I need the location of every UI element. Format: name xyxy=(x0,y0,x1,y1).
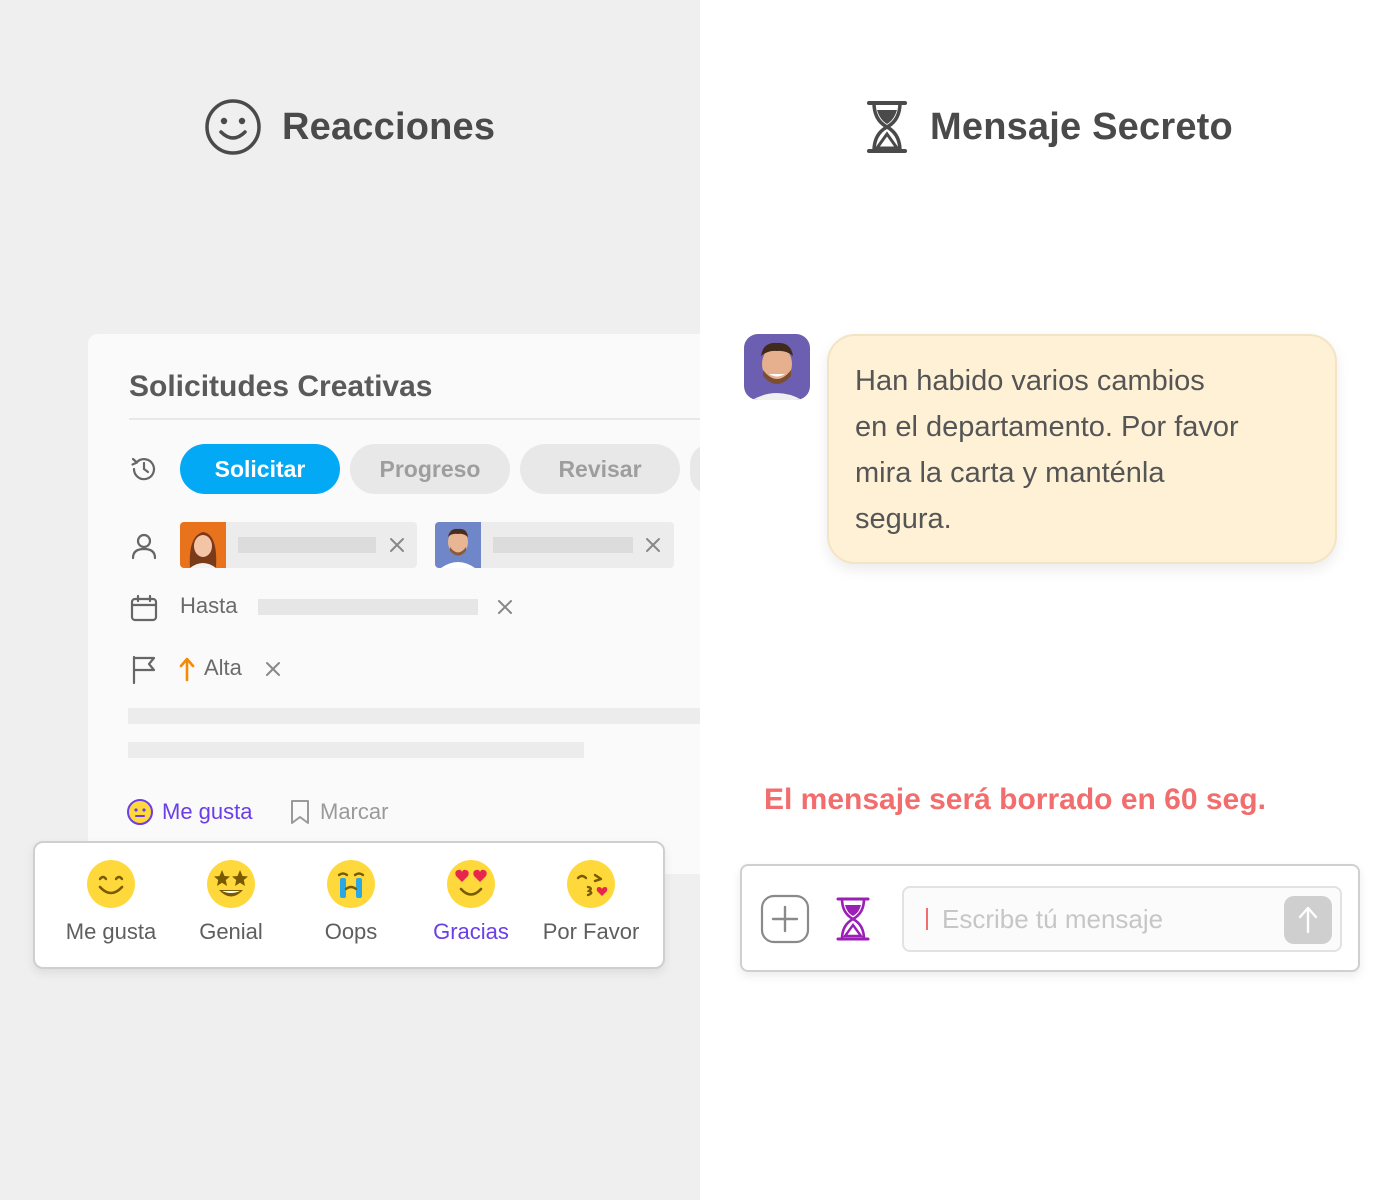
smiley-icon xyxy=(205,99,261,155)
crying-emoji-icon xyxy=(327,860,375,908)
timer-hourglass-icon[interactable] xyxy=(834,896,872,942)
flag-icon xyxy=(132,655,156,685)
delete-warning: El mensaje será borrado en 60 seg. xyxy=(764,783,1266,816)
tab-revisar[interactable]: Revisar xyxy=(520,444,680,494)
secret-heading: Mensaje Secreto xyxy=(864,98,1233,156)
assignee-chip[interactable] xyxy=(180,522,417,568)
description-placeholder xyxy=(128,742,584,758)
bookmark-icon xyxy=(291,800,309,824)
remove-assignee-icon[interactable] xyxy=(644,536,662,554)
tab-solicitar[interactable]: Solicitar xyxy=(180,444,340,494)
remove-assignee-icon[interactable] xyxy=(388,536,406,554)
user-icon xyxy=(131,533,157,560)
avatar xyxy=(435,522,481,568)
message-input[interactable]: Escribe tú mensaje xyxy=(902,886,1342,952)
star-eyes-emoji-icon xyxy=(207,860,255,908)
reaction-label: Oops xyxy=(324,919,378,944)
reaction-oops[interactable]: Oops xyxy=(291,859,411,945)
add-icon[interactable] xyxy=(760,894,810,944)
send-button[interactable] xyxy=(1284,896,1332,944)
tab-progreso[interactable]: Progreso xyxy=(350,444,510,494)
reaction-genial[interactable]: Genial xyxy=(171,859,291,945)
priority-label: Alta xyxy=(204,655,242,680)
message-composer: Escribe tú mensaje xyxy=(740,864,1360,972)
reactions-heading: Reacciones xyxy=(204,98,495,156)
reactions-title: Reacciones xyxy=(282,105,496,148)
reaction-picker: Me gusta Genial Oops Gracias Por Favor xyxy=(33,841,665,969)
clear-priority-icon[interactable] xyxy=(264,660,282,678)
kiss-emoji-icon xyxy=(567,860,615,908)
arrow-up-icon xyxy=(179,657,195,682)
reaction-me-gusta[interactable]: Me gusta xyxy=(51,859,171,945)
reaction-label: Por Favor xyxy=(542,919,640,944)
secret-title: Mensaje Secreto xyxy=(930,105,1233,148)
heart-eyes-emoji-icon xyxy=(447,860,495,908)
reaction-label: Genial xyxy=(199,919,263,944)
clear-date-icon[interactable] xyxy=(496,598,514,616)
reaction-por-favor[interactable]: Por Favor xyxy=(531,859,651,945)
reaction-label: Me gusta xyxy=(65,919,157,944)
card-title: Solicitudes Creativas xyxy=(129,370,433,403)
avatar xyxy=(180,522,226,568)
neutral-face-icon xyxy=(127,799,153,825)
sender-avatar xyxy=(744,334,810,400)
secret-message-panel: Mensaje Secreto Han habido varios cambio… xyxy=(700,0,1400,1200)
due-date-label: Hasta xyxy=(180,593,238,618)
description-placeholder xyxy=(128,708,700,724)
message-placeholder: Escribe tú mensaje xyxy=(942,903,1164,934)
hourglass-icon xyxy=(867,101,907,153)
due-date-field[interactable] xyxy=(258,599,478,615)
message-line: segura. xyxy=(855,503,952,535)
assignee-name-placeholder xyxy=(493,537,633,553)
reaction-gracias[interactable]: Gracias xyxy=(411,859,531,945)
tab-more[interactable] xyxy=(690,444,700,494)
bookmark-label: Marcar xyxy=(320,799,389,824)
calendar-icon xyxy=(130,594,158,622)
creative-requests-card: Solicitudes Creativas Solicitar Progreso… xyxy=(88,334,700,874)
like-button[interactable]: Me gusta xyxy=(126,798,253,826)
bookmark-button[interactable]: Marcar xyxy=(288,798,388,826)
message-line: mira la carta y manténla xyxy=(855,457,1165,489)
assignee-chip[interactable] xyxy=(435,522,674,568)
card-divider xyxy=(129,418,700,420)
reaction-label: Gracias xyxy=(433,919,509,944)
smile-emoji-icon xyxy=(87,860,135,908)
text-caret xyxy=(926,908,928,930)
message-line: Han habido varios cambios xyxy=(855,365,1205,397)
reactions-panel: Reacciones Solicitudes Creativas Solicit… xyxy=(0,0,700,1200)
arrow-up-icon xyxy=(1298,906,1318,934)
message-line: en el departamento. Por favor xyxy=(855,411,1239,443)
assignee-name-placeholder xyxy=(238,537,376,553)
like-label: Me gusta xyxy=(162,799,253,824)
message-bubble: Han habido varios cambios en el departam… xyxy=(827,334,1337,564)
history-icon xyxy=(131,457,156,481)
